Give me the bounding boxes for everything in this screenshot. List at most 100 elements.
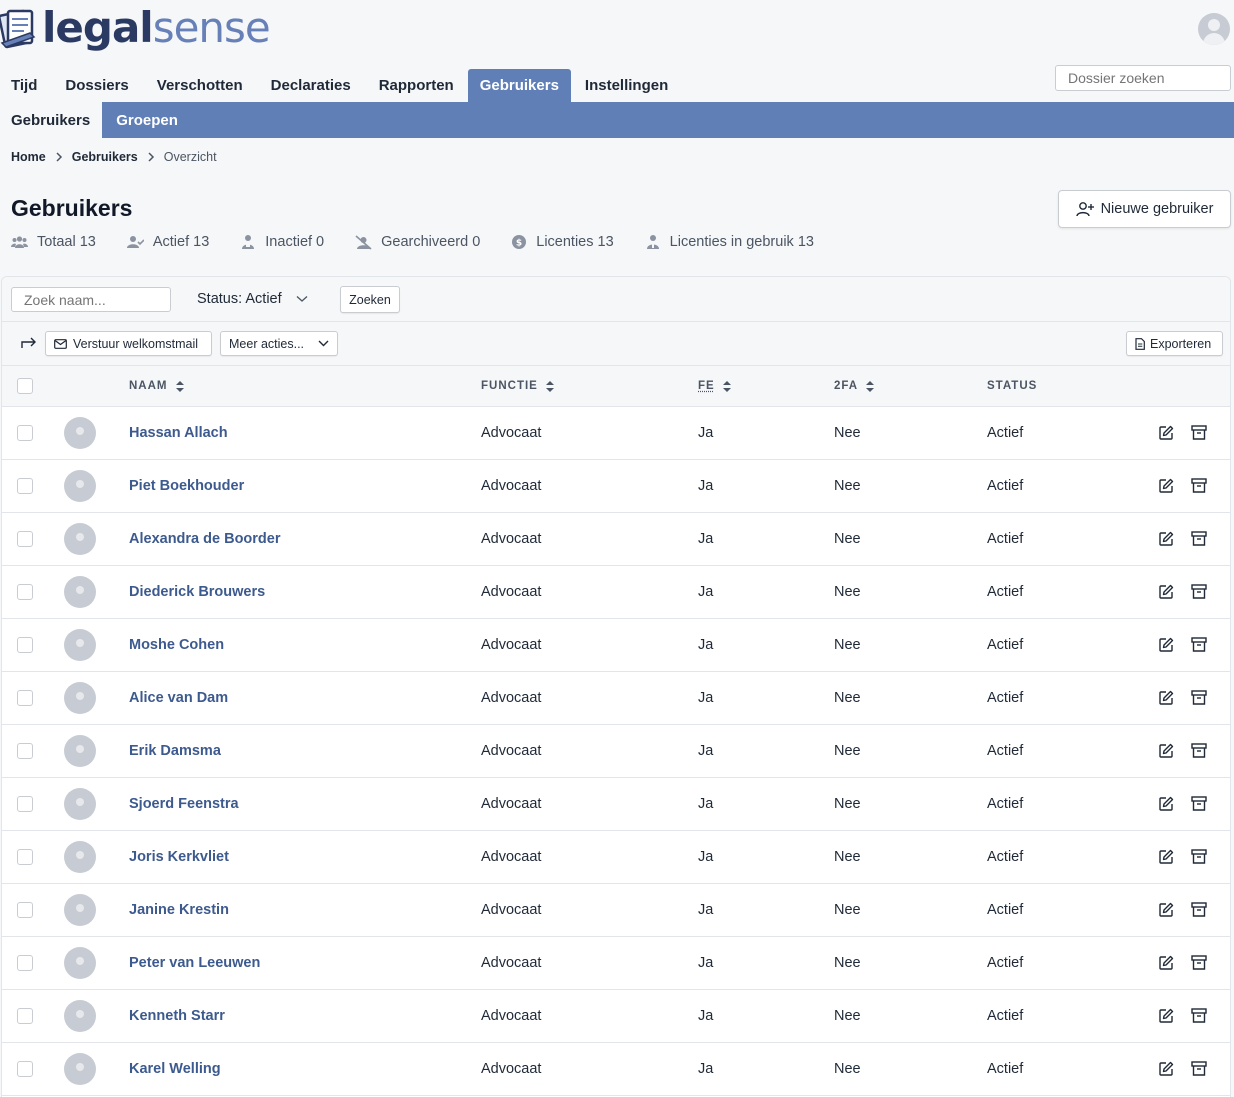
new-user-button[interactable]: Nieuwe gebruiker (1058, 190, 1231, 228)
user-name-link[interactable]: Joris Kerkvliet (129, 831, 229, 883)
tab-instellingen[interactable]: Instellingen (571, 69, 682, 102)
row-checkbox[interactable] (17, 478, 33, 494)
row-checkbox[interactable] (17, 1061, 33, 1077)
row-checkbox[interactable] (17, 902, 33, 918)
row-checkbox[interactable] (17, 425, 33, 441)
tab-tijd[interactable]: Tijd (0, 69, 51, 102)
new-user-label: Nieuwe gebruiker (1100, 201, 1214, 217)
user-fe: Ja (698, 849, 714, 865)
user-avatar[interactable] (1198, 13, 1230, 45)
user-fe: Ja (698, 796, 714, 812)
user-functie: Advocaat (481, 1061, 542, 1077)
avatar (64, 735, 96, 767)
breadcrumb-home[interactable]: Home (11, 150, 46, 164)
user-name-link[interactable]: Moshe Cohen (129, 619, 224, 671)
user-2fa: Nee (834, 955, 861, 971)
row-checkbox[interactable] (17, 690, 33, 706)
user-name-link[interactable]: Alice van Dam (129, 672, 228, 724)
user-2fa: Nee (834, 743, 861, 759)
subtab-gebruikers[interactable]: Gebruikers (0, 102, 103, 138)
user-functie: Advocaat (481, 849, 542, 865)
stat-inactief: Inactief 0 (240, 232, 324, 252)
dossier-search-input[interactable] (1055, 65, 1231, 91)
column-2fa[interactable]: 2FA (834, 366, 875, 406)
row-checkbox[interactable] (17, 1008, 33, 1024)
edit-icon[interactable] (1159, 1008, 1174, 1023)
row-checkbox[interactable] (17, 637, 33, 653)
sort-icon (722, 380, 731, 392)
select-all-checkbox[interactable] (17, 378, 33, 394)
column-fe[interactable]: FE (698, 366, 731, 406)
archive-icon[interactable] (1191, 478, 1207, 493)
user-functie: Advocaat (481, 531, 542, 547)
tab-gebruikers[interactable]: Gebruikers (467, 69, 571, 102)
user-fe: Ja (698, 531, 714, 547)
archive-icon[interactable] (1191, 531, 1207, 546)
edit-icon[interactable] (1159, 478, 1174, 493)
archive-icon[interactable] (1191, 1061, 1207, 1076)
user-name-link[interactable]: Piet Boekhouder (129, 460, 244, 512)
user-name-link[interactable]: Sjoerd Feenstra (129, 778, 239, 830)
tab-verschotten[interactable]: Verschotten (143, 69, 257, 102)
row-checkbox[interactable] (17, 796, 33, 812)
archive-icon[interactable] (1191, 690, 1207, 705)
filter-bar: Status: Actief Zoeken (2, 277, 1230, 322)
tab-dossiers[interactable]: Dossiers (51, 69, 142, 102)
table-row: Moshe Cohen Advocaat Ja Nee Actief (2, 619, 1230, 672)
edit-icon[interactable] (1159, 531, 1174, 546)
user-functie: Advocaat (481, 425, 542, 441)
user-fe: Ja (698, 743, 714, 759)
edit-icon[interactable] (1159, 1061, 1174, 1076)
welcome-mail-button[interactable]: Verstuur welkomstmail (45, 331, 212, 356)
archive-icon[interactable] (1191, 743, 1207, 758)
archive-icon[interactable] (1191, 1008, 1207, 1023)
table-row: Sjoerd Feenstra Advocaat Ja Nee Actief (2, 778, 1230, 831)
column-functie[interactable]: FUNCTIE (481, 366, 554, 406)
logo-text: legalsense (42, 3, 271, 52)
name-search-input[interactable] (11, 287, 171, 312)
more-actions-dropdown[interactable]: Meer acties... (220, 331, 338, 356)
row-checkbox[interactable] (17, 743, 33, 759)
archive-icon[interactable] (1191, 637, 1207, 652)
archive-icon[interactable] (1191, 902, 1207, 917)
edit-icon[interactable] (1159, 796, 1174, 811)
archive-icon[interactable] (1191, 849, 1207, 864)
edit-icon[interactable] (1159, 584, 1174, 599)
logo[interactable]: legalsense (0, 3, 271, 52)
user-name-link[interactable]: Diederick Brouwers (129, 566, 265, 618)
edit-icon[interactable] (1159, 849, 1174, 864)
user-name-link[interactable]: Erik Damsma (129, 725, 221, 777)
search-button[interactable]: Zoeken (340, 286, 400, 313)
subtab-groepen[interactable]: Groepen (102, 102, 192, 138)
archive-icon[interactable] (1191, 584, 1207, 599)
user-name-link[interactable]: Hassan Allach (129, 407, 228, 459)
sub-nav: Gebruikers Groepen (0, 102, 1234, 138)
status-select[interactable]: Status: Actief (197, 288, 308, 310)
user-name-link[interactable]: Karel Welling (129, 1043, 221, 1095)
edit-icon[interactable] (1159, 637, 1174, 652)
export-button[interactable]: Exporteren (1126, 331, 1223, 356)
archive-icon[interactable] (1191, 796, 1207, 811)
user-name-link[interactable]: Kenneth Starr (129, 990, 225, 1042)
user-name-link[interactable]: Alexandra de Boorder (129, 513, 281, 565)
edit-icon[interactable] (1159, 902, 1174, 917)
user-functie: Advocaat (481, 478, 542, 494)
row-checkbox[interactable] (17, 531, 33, 547)
edit-icon[interactable] (1159, 690, 1174, 705)
edit-icon[interactable] (1159, 955, 1174, 970)
user-functie: Advocaat (481, 690, 542, 706)
tab-rapporten[interactable]: Rapporten (365, 69, 468, 102)
row-checkbox[interactable] (17, 955, 33, 971)
row-checkbox[interactable] (17, 584, 33, 600)
column-naam[interactable]: NAAM (129, 366, 184, 406)
edit-icon[interactable] (1159, 743, 1174, 758)
row-checkbox[interactable] (17, 849, 33, 865)
edit-icon[interactable] (1159, 425, 1174, 440)
user-name-link[interactable]: Janine Krestin (129, 884, 229, 936)
user-name-link[interactable]: Peter van Leeuwen (129, 937, 260, 989)
breadcrumb-gebruikers[interactable]: Gebruikers (72, 150, 138, 164)
tab-declaraties[interactable]: Declaraties (257, 69, 365, 102)
archive-icon[interactable] (1191, 955, 1207, 970)
archive-icon[interactable] (1191, 425, 1207, 440)
user-status: Actief (987, 796, 1024, 812)
